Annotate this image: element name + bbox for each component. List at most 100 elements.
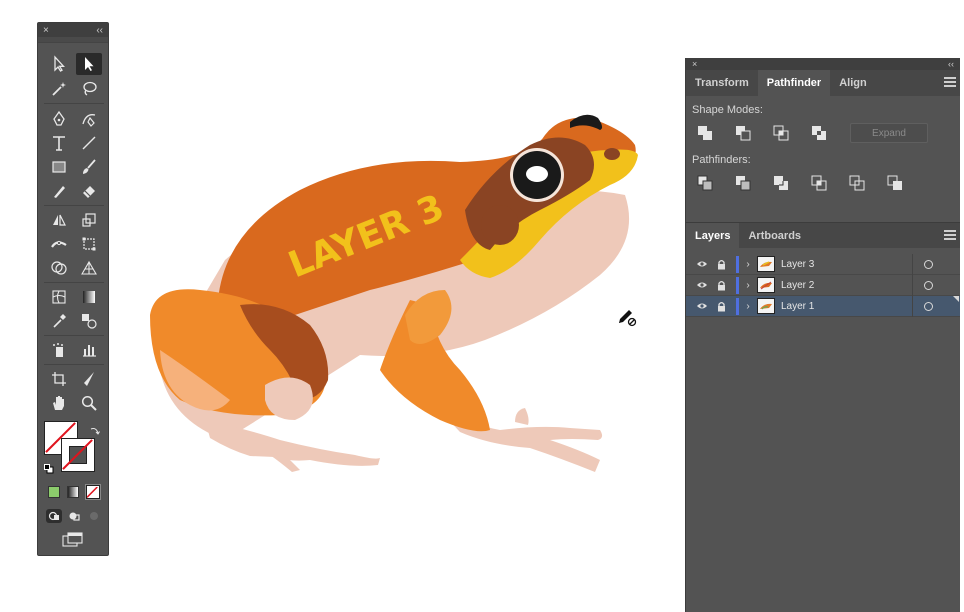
shaper-tool-icon[interactable] xyxy=(46,180,72,202)
tab-align[interactable]: Align xyxy=(830,70,876,96)
frog-eardrum xyxy=(481,205,519,245)
tab-transform[interactable]: Transform xyxy=(686,70,758,96)
column-graph-tool-icon[interactable] xyxy=(76,339,102,361)
tools-panel: × ‹‹ xyxy=(37,22,109,556)
line-tool-icon[interactable] xyxy=(76,132,102,154)
lock-icon[interactable] xyxy=(712,259,730,270)
merge-icon[interactable] xyxy=(768,172,794,194)
minus-front-icon[interactable] xyxy=(730,122,756,144)
tools-panel-header: × ‹‹ xyxy=(38,23,108,37)
pathfinders-row xyxy=(686,170,960,196)
gradient-mode-button[interactable] xyxy=(67,486,79,498)
selection-tool-icon[interactable] xyxy=(46,53,72,75)
layer-name[interactable]: Layer 2 xyxy=(781,280,960,291)
scale-tool-icon[interactable] xyxy=(76,209,102,231)
tab-pathfinder[interactable]: Pathfinder xyxy=(757,70,831,96)
close-icon[interactable]: × xyxy=(692,59,697,69)
close-icon[interactable]: × xyxy=(43,25,49,36)
pen-tool-icon[interactable] xyxy=(46,108,72,130)
expand-chevron-icon[interactable]: › xyxy=(739,259,757,270)
pathfinder-panel: Shape Modes: Expand Pathfinders: xyxy=(686,96,960,222)
direct-selection-tool-icon[interactable] xyxy=(76,53,102,75)
target-circle-icon[interactable] xyxy=(924,260,933,269)
layer-row[interactable]: › Layer 2 xyxy=(686,275,960,296)
layer-row[interactable]: › Layer 3 xyxy=(686,254,960,275)
unite-icon[interactable] xyxy=(692,122,718,144)
divide-icon[interactable] xyxy=(692,172,718,194)
trim-icon[interactable] xyxy=(730,172,756,194)
default-fill-stroke-icon[interactable] xyxy=(44,461,54,474)
pathfinders-label: Pathfinders: xyxy=(692,154,751,166)
frog-back-foot xyxy=(205,420,380,466)
draw-normal-icon[interactable] xyxy=(46,509,62,523)
frog-nostril xyxy=(604,148,620,160)
curvature-tool-icon[interactable] xyxy=(76,108,102,130)
perspective-grid-tool-icon[interactable] xyxy=(76,257,102,279)
expand-button[interactable]: Expand xyxy=(850,123,928,143)
expand-chevron-icon[interactable]: › xyxy=(739,301,757,312)
symbol-sprayer-tool-icon[interactable] xyxy=(46,339,72,361)
width-tool-icon[interactable] xyxy=(46,233,72,255)
panel-menu-icon[interactable] xyxy=(944,77,956,87)
frog-artwork[interactable]: LAYER 3 xyxy=(130,100,650,490)
shape-modes-label: Shape Modes: xyxy=(692,104,763,116)
paintbrush-tool-icon[interactable] xyxy=(76,156,102,178)
eyedropper-tool-icon[interactable] xyxy=(46,310,72,332)
lock-icon[interactable] xyxy=(712,280,730,291)
artboard-tool-icon[interactable] xyxy=(46,368,72,390)
change-screen-mode-icon[interactable] xyxy=(62,532,84,548)
layer-row[interactable]: › Layer 1 xyxy=(686,296,960,317)
lasso-tool-icon[interactable] xyxy=(76,78,102,100)
color-mode-button[interactable] xyxy=(48,486,60,498)
pathfinder-tab-bar: Transform Pathfinder Align xyxy=(686,70,960,96)
layer-name[interactable]: Layer 3 xyxy=(781,259,960,270)
tab-artboards[interactable]: Artboards xyxy=(739,223,810,248)
zoom-tool-icon[interactable] xyxy=(76,392,102,414)
draw-inside-icon[interactable] xyxy=(86,509,102,523)
pencil-locked-cursor-icon xyxy=(619,310,637,327)
visibility-eye-icon[interactable] xyxy=(692,281,712,289)
dock-header: × ‹‹ xyxy=(686,58,960,70)
slice-tool-icon[interactable] xyxy=(76,368,102,390)
eraser-tool-icon[interactable] xyxy=(76,180,102,202)
selection-indicator xyxy=(953,296,959,302)
mesh-tool-icon[interactable] xyxy=(46,286,72,308)
expand-chevron-icon[interactable]: › xyxy=(739,280,757,291)
shape-modes-row: Expand xyxy=(686,120,960,146)
panel-grip[interactable] xyxy=(38,37,108,43)
hand-tool-icon[interactable] xyxy=(46,392,72,414)
magic-wand-tool-icon[interactable] xyxy=(46,78,72,100)
right-panel-dock: × ‹‹ Transform Pathfinder Align Shape Mo… xyxy=(685,58,960,612)
layers-menu-icon[interactable] xyxy=(944,230,956,240)
reflect-tool-icon[interactable] xyxy=(46,209,72,231)
collapse-icon[interactable]: ‹‹ xyxy=(948,59,954,69)
layer-thumbnail xyxy=(757,298,775,314)
free-transform-tool-icon[interactable] xyxy=(76,233,102,255)
intersect-icon[interactable] xyxy=(768,122,794,144)
layers-tab-bar: Layers Artboards xyxy=(686,222,960,248)
exclude-icon[interactable] xyxy=(806,122,832,144)
swap-fill-stroke-icon[interactable] xyxy=(90,423,100,435)
shape-builder-tool-icon[interactable] xyxy=(46,257,72,279)
gradient-tool-icon[interactable] xyxy=(76,286,102,308)
type-tool-icon[interactable] xyxy=(46,132,72,154)
outline-icon[interactable] xyxy=(844,172,870,194)
collapse-icon[interactable]: ‹‹ xyxy=(96,25,103,36)
none-mode-button[interactable] xyxy=(85,484,101,500)
frog-eye-highlight xyxy=(526,166,548,182)
crop-icon[interactable] xyxy=(806,172,832,194)
layer-thumbnail xyxy=(757,256,775,272)
visibility-eye-icon[interactable] xyxy=(692,260,712,268)
minus-back-icon[interactable] xyxy=(882,172,908,194)
visibility-eye-icon[interactable] xyxy=(692,302,712,310)
layer-thumbnail xyxy=(757,277,775,293)
rectangle-tool-icon[interactable] xyxy=(46,156,72,178)
draw-behind-icon[interactable] xyxy=(66,509,82,523)
target-circle-icon[interactable] xyxy=(924,302,933,311)
target-circle-icon[interactable] xyxy=(924,281,933,290)
stroke-swatch[interactable] xyxy=(61,438,95,472)
lock-icon[interactable] xyxy=(712,301,730,312)
tab-layers[interactable]: Layers xyxy=(686,223,740,248)
blend-tool-icon[interactable] xyxy=(76,310,102,332)
layer-name[interactable]: Layer 1 xyxy=(781,301,960,312)
